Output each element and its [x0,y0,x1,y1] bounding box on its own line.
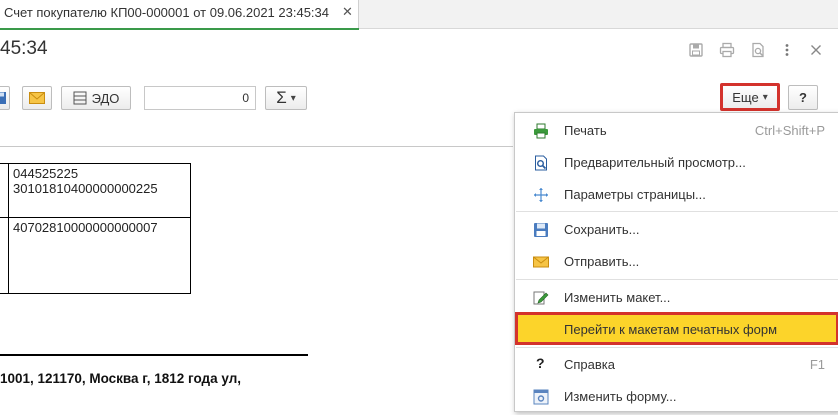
menu-item-shortcut: Ctrl+Shift+P [754,123,825,138]
more-dropdown-menu: Печать Ctrl+Shift+P Предварительный прос… [514,112,838,412]
menu-item-label: Справка [564,357,615,372]
account-value: 40702810000000000007 [13,220,158,235]
menu-item-label: Печать [564,123,607,138]
tab-close-icon[interactable]: ✕ [342,4,353,20]
table-cell [0,217,9,294]
menu-item-label: Параметры страницы... [564,187,706,202]
menu-item-goto-print-layouts[interactable]: Перейти к макетам печатных форм [515,312,838,345]
close-form-icon[interactable] [808,42,824,58]
more-vertical-icon[interactable] [779,42,795,58]
save-icon [0,92,6,104]
more-button[interactable]: Еще ▾ [720,83,780,111]
sigma-icon: Σ [276,88,287,107]
menu-separator [516,211,838,212]
edo-icon [73,91,87,105]
edit-layout-icon [533,291,549,305]
menu-item-edit-layout[interactable]: Изменить макет... [515,281,838,313]
preview-icon[interactable] [750,42,766,58]
document-rule [0,354,308,356]
edit-form-icon [533,389,549,405]
menu-item-help[interactable]: ? Справка F1 [515,348,838,380]
bank-details-table: 044525225 30101810400000000225 407028100… [0,163,191,294]
edo-button[interactable]: ЭДО [61,86,131,110]
tab-active-indicator [0,28,359,30]
menu-item-label: Изменить форму... [564,389,677,404]
tab-bar: Счет покупателю КП00-000001 от 09.06.202… [0,0,838,30]
table-cell [0,163,9,218]
table-cell-account: 40702810000000000007 [8,217,191,294]
menu-item-print[interactable]: Печать Ctrl+Shift+P [515,114,838,146]
menu-item-label: Отправить... [564,254,640,269]
menu-separator [516,279,838,280]
envelope-icon [29,92,45,104]
menu-item-page-setup[interactable]: Параметры страницы... [515,178,838,210]
toolbar-separator [0,146,513,147]
copies-counter-input[interactable]: 0 [144,86,256,110]
help-label: ? [799,90,807,105]
help-icon: ? [536,355,545,371]
menu-item-save[interactable]: Сохранить... [515,213,838,245]
print-icon[interactable] [719,42,735,58]
menu-item-label: Изменить макет... [564,290,671,305]
send-button[interactable] [22,86,52,110]
menu-item-shortcut: F1 [809,357,825,372]
bik-value: 044525225 [13,166,79,181]
chevron-down-icon: ▾ [290,92,296,104]
menu-item-label: Предварительный просмотр... [564,155,746,170]
chevron-down-icon: ▾ [762,91,768,103]
edo-label: ЭДО [91,90,120,106]
sum-button[interactable]: Σ ▾ [265,86,307,110]
address-text: 1001, 121170, Москва г, 1812 года ул, [0,371,242,386]
tab-document[interactable]: Счет покупателю КП00-000001 от 09.06.202… [0,0,359,30]
form-title: 45:34 [0,38,48,59]
print-toolbar-button[interactable] [0,86,10,110]
page-setup-icon [534,188,548,202]
print-icon [534,123,548,139]
save-icon[interactable] [688,42,704,58]
more-label: Еще [732,89,759,105]
table-cell-bik: 044525225 30101810400000000225 [8,163,191,218]
save-icon [534,223,548,237]
corr-account-value: 30101810400000000225 [13,181,158,196]
menu-item-send[interactable]: Отправить... [515,245,838,277]
menu-item-edit-form[interactable]: Изменить форму... [515,380,838,412]
help-button[interactable]: ? [788,85,818,110]
envelope-icon [533,256,549,268]
preview-icon [535,155,547,171]
menu-item-preview[interactable]: Предварительный просмотр... [515,146,838,178]
menu-item-label: Сохранить... [564,222,640,237]
tab-title: Счет покупателю КП00-000001 от 09.06.202… [4,5,330,20]
menu-item-label: Перейти к макетам печатных форм [564,322,778,337]
